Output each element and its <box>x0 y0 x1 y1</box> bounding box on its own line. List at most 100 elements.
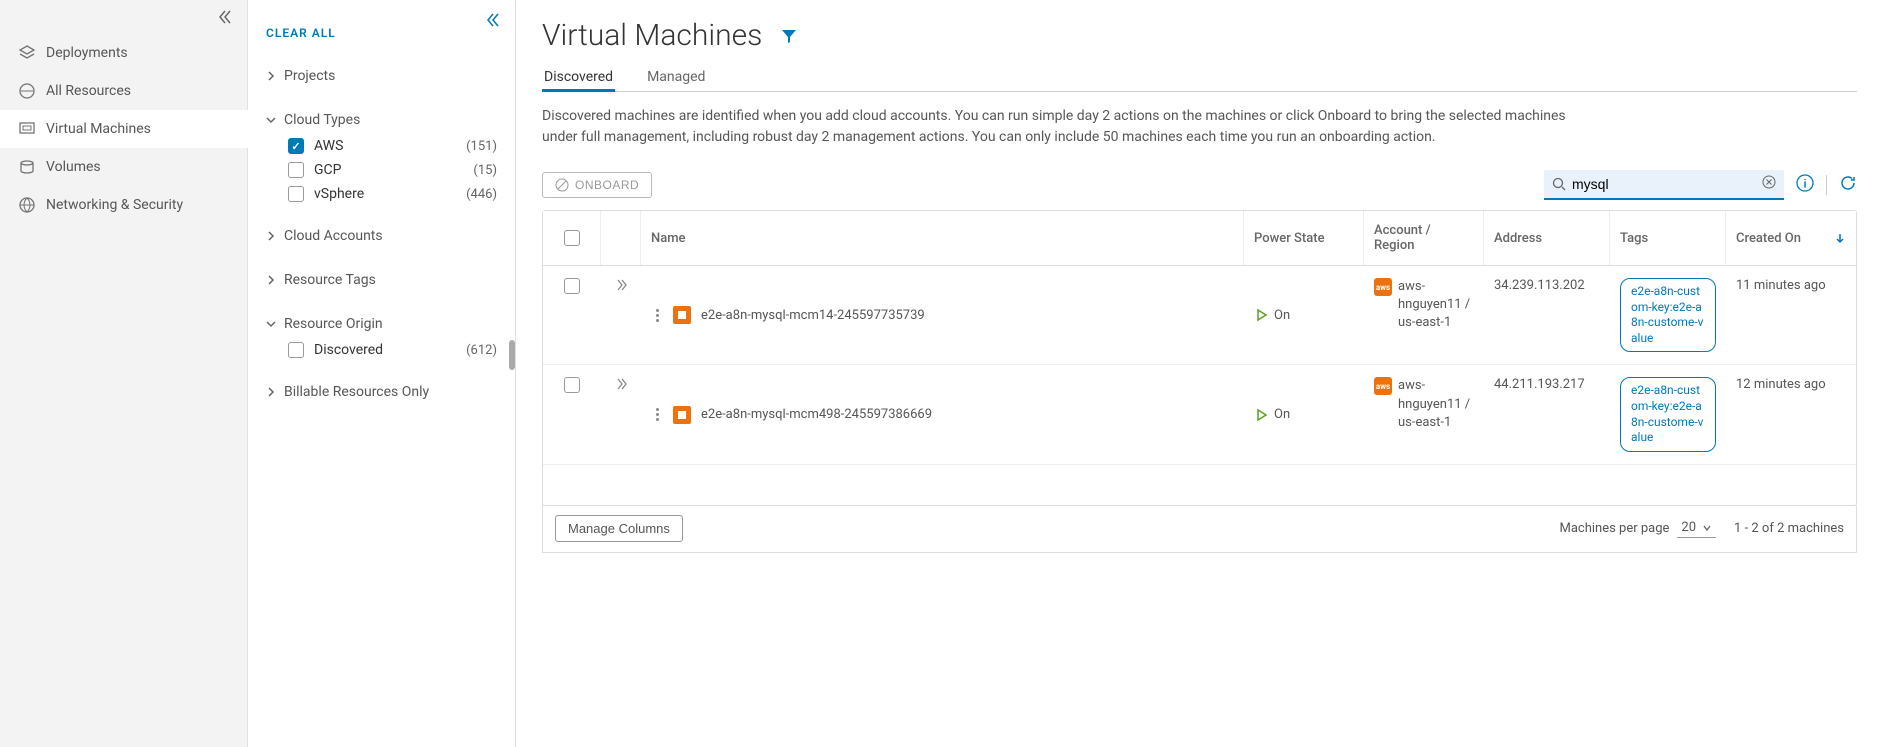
resources-icon <box>18 82 36 100</box>
filter-group-label: Billable Resources Only <box>284 384 429 400</box>
expand-row-button[interactable] <box>614 278 628 296</box>
refresh-button[interactable] <box>1839 174 1857 196</box>
header-address[interactable]: Address <box>1484 211 1610 265</box>
chevron-right-icon <box>266 231 276 241</box>
onboard-button[interactable]: ONBOARD <box>542 172 652 198</box>
sidebar-item-all-resources[interactable]: All Resources <box>0 72 247 110</box>
vm-name[interactable]: e2e-a8n-mysql-mcm498-245597386669 <box>701 407 932 422</box>
filter-option-aws[interactable]: AWS (151) <box>266 134 497 158</box>
header-name[interactable]: Name <box>641 211 1244 265</box>
filter-option-vsphere[interactable]: vSphere (446) <box>266 182 497 206</box>
filter-group-cloud-accounts[interactable]: Cloud Accounts <box>266 222 497 250</box>
checkbox-gcp[interactable] <box>288 162 304 178</box>
account-region: aws-hnguyen11 / us-east-1 <box>1398 377 1474 432</box>
search-input[interactable] <box>1566 174 1762 194</box>
filter-icon[interactable] <box>780 27 798 45</box>
filter-group-billable[interactable]: Billable Resources Only <box>266 378 497 406</box>
filter-option-label: AWS <box>314 138 343 154</box>
header-select-all[interactable] <box>543 211 601 265</box>
header-created[interactable]: Created On <box>1726 211 1856 265</box>
tab-discovered[interactable]: Discovered <box>542 63 615 91</box>
chevron-down-icon <box>266 115 276 125</box>
account-region: aws-hnguyen11 / us-east-1 <box>1398 278 1474 333</box>
filter-option-label: Discovered <box>314 342 383 358</box>
filter-group-label: Projects <box>284 68 335 84</box>
vm-address: 34.239.113.202 <box>1484 266 1610 364</box>
created-time: 11 minutes ago <box>1726 266 1856 364</box>
sidebar-item-label: Networking & Security <box>46 197 183 213</box>
filter-panel: CLEAR ALL Projects Cloud Types AWS (151) <box>248 0 516 747</box>
volumes-icon <box>18 158 36 176</box>
page-description: Discovered machines are identified when … <box>542 106 1582 148</box>
sidebar-item-networking[interactable]: Networking & Security <box>0 186 247 224</box>
header-expand <box>601 211 641 265</box>
onboard-disabled-icon <box>555 178 569 192</box>
expand-row-button[interactable] <box>614 377 628 395</box>
filter-option-count: (151) <box>466 139 497 154</box>
search-field[interactable] <box>1544 170 1784 200</box>
main-content: Virtual Machines Discovered Managed Disc… <box>516 0 1883 747</box>
filter-option-count: (612) <box>466 343 497 358</box>
checkbox-aws[interactable] <box>288 138 304 154</box>
filter-option-label: GCP <box>314 162 341 178</box>
row-actions-menu[interactable] <box>651 408 663 421</box>
clear-all-filters[interactable]: CLEAR ALL <box>248 12 515 54</box>
filter-option-gcp[interactable]: GCP (15) <box>266 158 497 182</box>
sidebar-item-volumes[interactable]: Volumes <box>0 148 247 186</box>
chevron-right-icon <box>266 275 276 285</box>
filter-group-label: Cloud Accounts <box>284 228 383 244</box>
aws-badge-icon: aws <box>1374 278 1392 296</box>
vm-name[interactable]: e2e-a8n-mysql-mcm14-245597735739 <box>701 308 925 323</box>
search-icon <box>1552 177 1566 191</box>
sidebar-item-deployments[interactable]: Deployments <box>0 34 247 72</box>
table-footer: Manage Columns Machines per page 20 1 - … <box>542 505 1857 553</box>
onboard-label: ONBOARD <box>575 178 639 192</box>
row-checkbox[interactable] <box>543 365 601 463</box>
created-time: 12 minutes ago <box>1726 365 1856 463</box>
sidebar: Deployments All Resources Virtual Machin… <box>0 0 248 747</box>
checkbox-vsphere[interactable] <box>288 186 304 202</box>
chevron-right-icon <box>266 387 276 397</box>
chevron-double-left-icon <box>485 12 501 28</box>
filter-option-discovered[interactable]: Discovered (612) <box>266 338 497 362</box>
filter-group-label: Resource Origin <box>284 316 383 332</box>
vm-table: Name Power State Account / Region Addres… <box>542 210 1857 506</box>
header-power[interactable]: Power State <box>1244 211 1364 265</box>
row-checkbox[interactable] <box>543 266 601 364</box>
page-title: Virtual Machines <box>542 18 762 53</box>
sidebar-item-virtual-machines[interactable]: Virtual Machines <box>0 110 248 148</box>
tab-managed[interactable]: Managed <box>645 63 707 91</box>
scrollbar[interactable] <box>509 340 515 370</box>
filter-group-resource-origin[interactable]: Resource Origin <box>266 310 497 338</box>
table-row: e2e-a8n-mysql-mcm14-245597735739 On aws … <box>543 266 1856 365</box>
filter-collapse-toggle[interactable] <box>485 12 501 32</box>
manage-columns-button[interactable]: Manage Columns <box>555 515 683 542</box>
aws-badge-icon: aws <box>1374 377 1392 395</box>
per-page-select[interactable]: 20 <box>1677 518 1716 538</box>
search-clear-icon[interactable] <box>1762 175 1776 193</box>
filter-group-projects[interactable]: Projects <box>266 62 497 90</box>
filter-group-label: Resource Tags <box>284 272 376 288</box>
sidebar-item-label: Virtual Machines <box>46 121 151 137</box>
filter-group-resource-tags[interactable]: Resource Tags <box>266 266 497 294</box>
filter-option-count: (15) <box>473 163 497 178</box>
chevron-down-icon <box>266 319 276 329</box>
tag-chip: e2e-a8n-custom-key:e2e-a8n-custome-value <box>1620 377 1716 451</box>
checkbox-discovered[interactable] <box>288 342 304 358</box>
vm-address: 44.211.193.217 <box>1484 365 1610 463</box>
header-tags[interactable]: Tags <box>1610 211 1726 265</box>
sidebar-item-label: Deployments <box>46 45 128 61</box>
chevron-down-icon <box>1702 523 1712 533</box>
chevron-double-left-icon <box>217 9 233 25</box>
sidebar-item-label: All Resources <box>46 83 131 99</box>
tag-chip: e2e-a8n-custom-key:e2e-a8n-custome-value <box>1620 278 1716 352</box>
row-actions-menu[interactable] <box>651 309 663 322</box>
info-icon[interactable] <box>1796 174 1814 196</box>
sort-down-icon <box>1834 232 1846 244</box>
network-icon <box>18 196 36 214</box>
power-state: On <box>1274 407 1290 422</box>
chevron-right-icon <box>266 71 276 81</box>
filter-group-cloud-types[interactable]: Cloud Types <box>266 106 497 134</box>
sidebar-collapse-toggle[interactable] <box>0 0 247 34</box>
header-account[interactable]: Account / Region <box>1364 211 1484 265</box>
